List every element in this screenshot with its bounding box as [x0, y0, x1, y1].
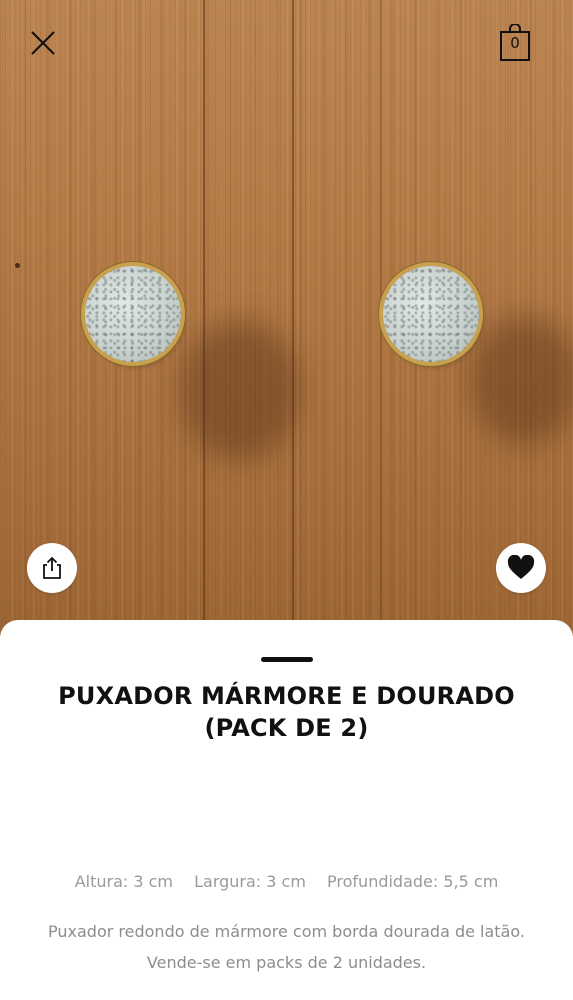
wood-plank-seam [380, 0, 382, 640]
product-title: PUXADOR MÁRMORE E DOURADO (PACK DE 2) [20, 680, 553, 744]
description-line: Vende-se em packs de 2 unidades. [146, 953, 427, 972]
product-details-sheet[interactable]: PUXADOR MÁRMORE E DOURADO (PACK DE 2) Al… [0, 620, 573, 1000]
marble-knob-left [85, 266, 181, 362]
wood-plank-seam [203, 0, 205, 640]
share-icon [43, 556, 61, 579]
heart-icon [507, 555, 535, 579]
bag-item-count: 0 [510, 34, 520, 52]
marble-knob-right [383, 266, 479, 362]
description-line: Puxador redondo de mármore com borda dou… [48, 922, 525, 941]
shopping-bag-button[interactable]: 0 [499, 23, 531, 64]
product-dimensions: Altura: 3 cm Largura: 3 cm Profundidade:… [0, 872, 573, 891]
product-description: Puxador redondo de mármore com borda dou… [20, 916, 553, 978]
knob-shadow [180, 320, 300, 460]
product-image[interactable] [0, 0, 573, 640]
close-button[interactable] [28, 28, 58, 58]
dimension-height: Altura: 3 cm [74, 872, 174, 891]
dimension-depth: Profundidade: 5,5 cm [327, 872, 499, 891]
close-icon [31, 31, 55, 55]
favorite-button[interactable] [496, 543, 546, 593]
knob-shadow [470, 315, 573, 445]
product-title-line: PUXADOR MÁRMORE E DOURADO [58, 682, 515, 710]
dimension-width: Largura: 3 cm [194, 872, 306, 891]
sheet-drag-handle[interactable] [261, 657, 313, 662]
product-title-line: (PACK DE 2) [204, 714, 369, 742]
wood-plank-seam [292, 0, 294, 640]
carousel-indicator-dot [15, 263, 20, 268]
share-button[interactable] [27, 543, 77, 593]
